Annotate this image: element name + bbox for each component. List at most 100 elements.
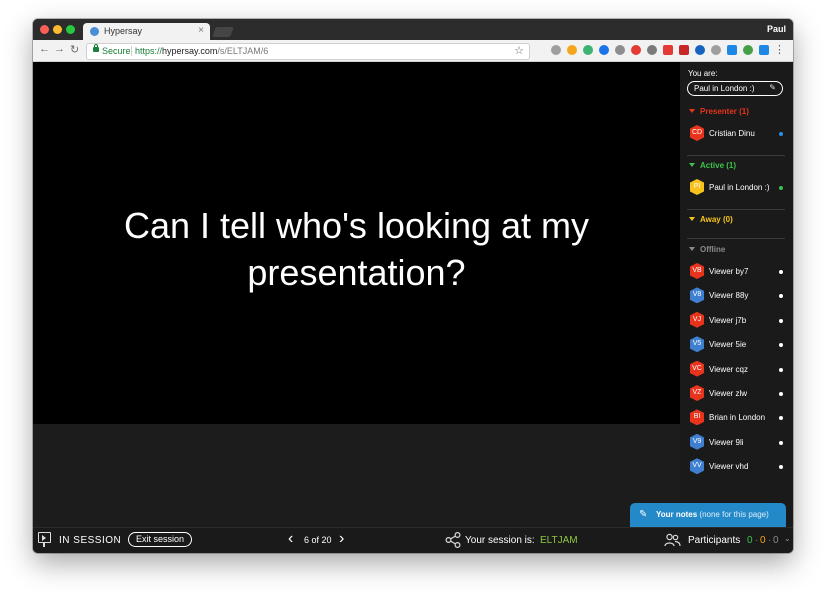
browser-toolbar: ← → ↻ Secure https://hypersay.com/s/ELTJ… [33, 40, 793, 62]
extension-icon[interactable] [727, 45, 737, 55]
participant-name[interactable]: Viewer zlw [709, 389, 747, 398]
notes-title: Your notes [656, 510, 698, 519]
browser-user-name[interactable]: Paul [767, 24, 786, 34]
away-heading: Away (0) [700, 215, 733, 224]
next-slide-icon[interactable]: › [339, 530, 344, 548]
avatar: VJ [690, 311, 704, 328]
extension-icon[interactable] [631, 45, 641, 55]
you-are-label: You are: [688, 69, 718, 78]
tab-hypersay[interactable]: Hypersay × [83, 23, 210, 40]
avatar: PI [690, 179, 704, 195]
participant-name[interactable]: Viewer by7 [709, 267, 748, 276]
slide-title-line: Can I tell who's looking at my [123, 205, 590, 246]
participant-name[interactable]: Brian in London [709, 413, 765, 422]
lock-icon [93, 44, 99, 52]
status-dot [779, 465, 783, 470]
minimize-window-button[interactable] [53, 25, 62, 34]
extension-icon[interactable] [663, 45, 673, 55]
extension-shield-icon[interactable] [599, 45, 609, 55]
url-host: hypersay.com [162, 46, 218, 56]
extension-icon[interactable] [759, 45, 769, 55]
url-path: /s/ELTJAM/6 [217, 46, 269, 56]
away-count: 0 [760, 535, 766, 546]
participants-icon[interactable] [664, 533, 681, 547]
pencil-icon: ✎ [639, 509, 648, 520]
new-tab-button[interactable] [212, 27, 234, 37]
your-name-field[interactable]: Paul in London :) ✎ [687, 81, 783, 96]
extension-icon[interactable] [743, 45, 753, 55]
extension-play-icon[interactable] [567, 45, 577, 55]
active-heading: Active (1) [700, 161, 737, 170]
maximize-window-button[interactable] [66, 25, 75, 34]
count-separator: · [768, 535, 772, 546]
status-dot [779, 132, 783, 136]
extension-icon[interactable] [647, 45, 657, 55]
status-dot [779, 294, 783, 299]
avatar: VZ [690, 385, 704, 401]
exit-session-button[interactable]: Exit session [128, 532, 192, 547]
extension-icon[interactable] [551, 45, 561, 55]
status-dot [779, 186, 783, 190]
extension-icon[interactable] [615, 45, 625, 55]
slide-title: Can I tell who's looking at my presentat… [63, 202, 650, 296]
url-divider [131, 46, 132, 56]
forward-icon[interactable]: → [54, 43, 65, 55]
back-icon[interactable]: ← [39, 43, 50, 55]
share-icon [445, 532, 461, 548]
participant-name[interactable]: Cristian Dinu [709, 129, 755, 138]
tab-title: Hypersay [104, 26, 143, 36]
extension-icon[interactable] [695, 45, 705, 55]
collapse-triangle-icon [689, 217, 695, 221]
reload-icon[interactable]: ↻ [70, 43, 79, 56]
active-count: 0 [747, 535, 753, 546]
status-dot [779, 416, 783, 421]
participant-name[interactable]: Viewer 5ie [709, 340, 746, 349]
extension-icon[interactable] [711, 45, 721, 55]
participant-name[interactable]: Viewer cqz [709, 365, 748, 374]
your-name-text: Paul in London :) [694, 84, 755, 93]
participants-label[interactable]: Participants [688, 535, 740, 546]
offline-heading: Offline [700, 245, 726, 254]
url-scheme: https:// [135, 46, 163, 56]
avatar: CD [690, 125, 704, 141]
participant-name[interactable]: Viewer j7b [709, 316, 746, 325]
edit-pencil-icon[interactable]: ✎ [769, 83, 776, 92]
close-window-button[interactable] [40, 25, 49, 34]
collapse-triangle-icon [689, 247, 695, 251]
presentation-icon-stand [43, 543, 45, 547]
away-section-header[interactable]: Away (0) [689, 215, 733, 224]
status-dot [779, 367, 783, 372]
active-section-header[interactable]: Active (1) [689, 161, 736, 170]
avatar: BI [690, 409, 704, 426]
presentation-icon [38, 532, 51, 543]
browser-menu-icon[interactable]: ⋮ [774, 43, 785, 56]
page-indicator: 6 of 20 [304, 535, 332, 545]
previous-slide-icon[interactable]: ‹ [288, 530, 293, 548]
participant-name[interactable]: Paul in London :) [709, 183, 770, 192]
offline-section-header[interactable]: Offline [689, 245, 725, 254]
chevron-down-icon[interactable]: ⌄ [784, 534, 791, 543]
participant-name[interactable]: Viewer 9li [709, 438, 744, 447]
avatar: VV [690, 458, 704, 475]
count-separator: · [755, 535, 759, 546]
avatar: V9 [690, 433, 704, 450]
your-notes-button[interactable]: ✎ Your notes (none for this page) [630, 503, 786, 527]
participant-name[interactable]: Viewer vhd [709, 462, 748, 471]
status-dot [779, 270, 783, 274]
divider [687, 238, 785, 239]
extension-icon[interactable] [583, 45, 593, 55]
status-dot [779, 318, 783, 323]
extension-icon[interactable] [679, 45, 689, 55]
notes-label: Your notes (none for this page) [656, 510, 769, 519]
address-bar[interactable]: Secure https://hypersay.com/s/ELTJAM/6 ☆ [86, 43, 530, 60]
hypersay-favicon-icon [90, 27, 99, 36]
participant-name[interactable]: Viewer 88y [709, 291, 748, 300]
tab-close-icon[interactable]: × [198, 25, 204, 36]
session-code[interactable]: ELTJAM [540, 535, 578, 546]
slide-area: Can I tell who's looking at my presentat… [33, 62, 680, 424]
avatar: VC [690, 360, 704, 377]
slide-background [33, 424, 680, 527]
bookmark-star-icon[interactable]: ☆ [514, 44, 524, 57]
status-dot [779, 392, 783, 396]
presenter-section-header[interactable]: Presenter (1) [689, 107, 749, 116]
